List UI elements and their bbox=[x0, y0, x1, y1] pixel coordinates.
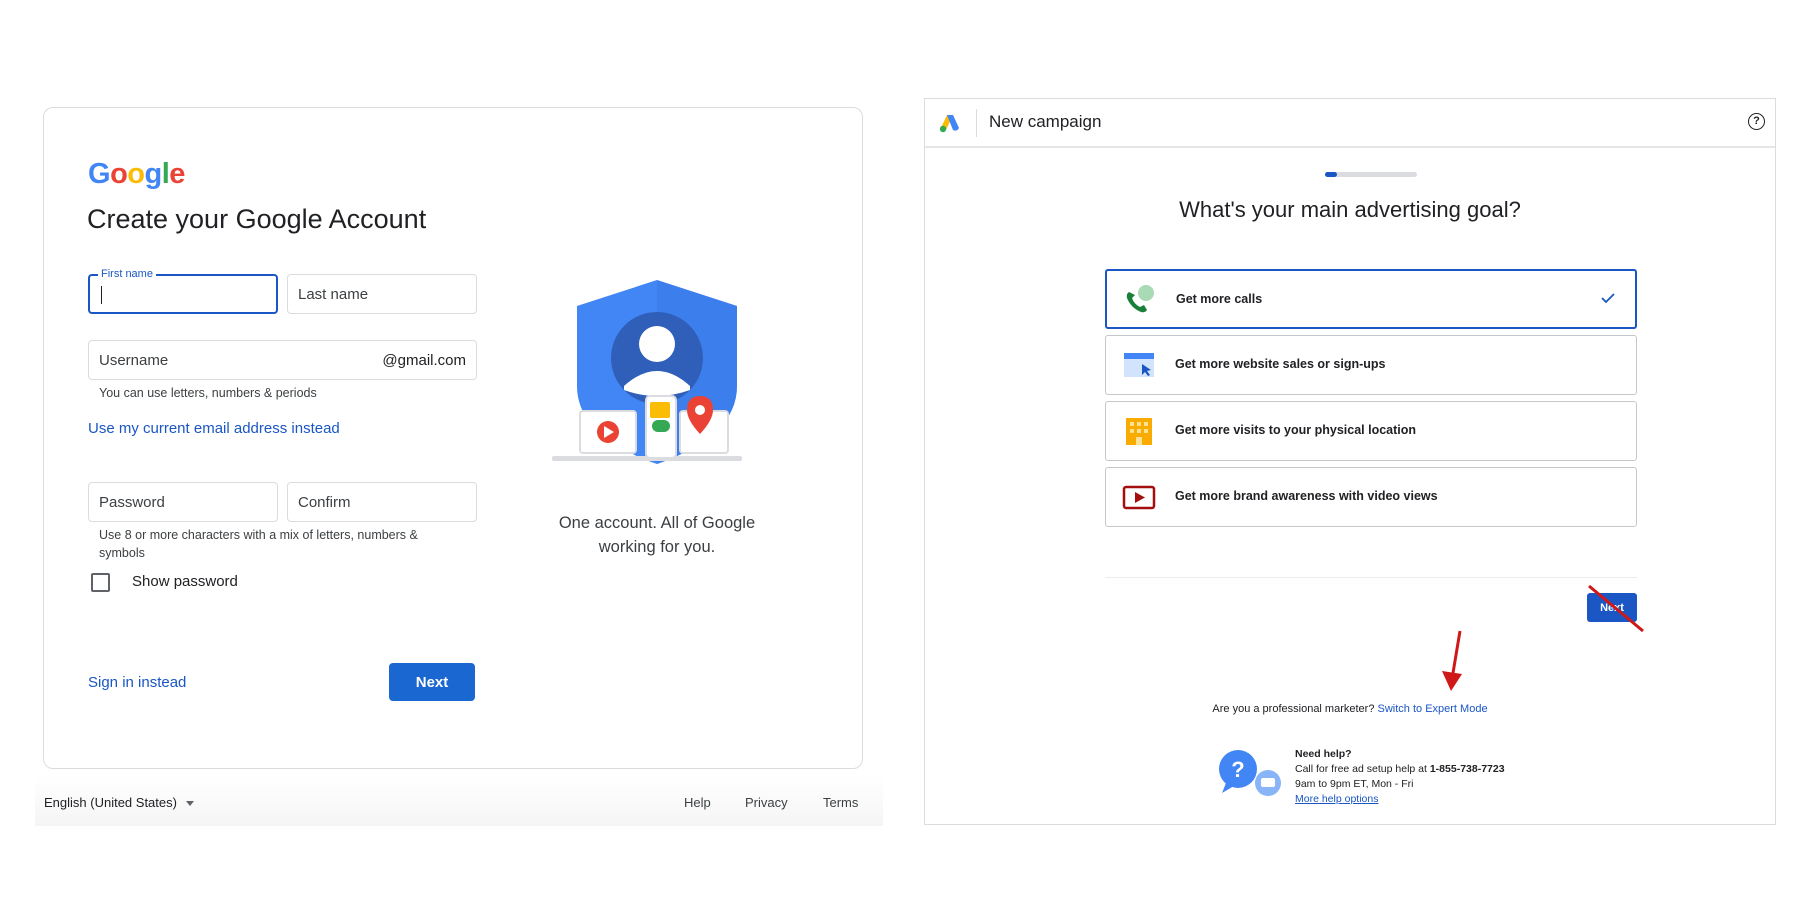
use-email-link[interactable]: Use my current email address instead bbox=[88, 420, 340, 437]
username-hint: You can use letters, numbers & periods bbox=[99, 386, 317, 400]
logo-letter: e bbox=[169, 158, 185, 190]
last-name-field[interactable] bbox=[287, 274, 477, 314]
new-campaign-panel: New campaign ? What's your main advertis… bbox=[924, 98, 1776, 825]
step-progress bbox=[1325, 172, 1417, 177]
expert-mode-prompt: Are you a professional marketer? Switch … bbox=[925, 703, 1775, 715]
show-password-label[interactable]: Show password bbox=[132, 573, 238, 590]
need-help-heading: Need help? bbox=[1295, 748, 1352, 760]
expert-mode-link[interactable]: Switch to Expert Mode bbox=[1378, 703, 1488, 715]
first-name-input[interactable] bbox=[90, 276, 276, 312]
password-hint-line: Use 8 or more characters with a mix of l… bbox=[99, 528, 418, 542]
phone-number: 1-855-738-7723 bbox=[1429, 763, 1505, 775]
goal-label: Get more visits to your physical locatio… bbox=[1175, 423, 1417, 437]
confirm-field[interactable] bbox=[287, 482, 477, 522]
help-link[interactable]: Help bbox=[684, 795, 711, 810]
illustration-caption: One account. All of Google working for y… bbox=[552, 511, 762, 559]
show-password-checkbox[interactable] bbox=[91, 573, 110, 592]
caption-line: One account. All of Google bbox=[558, 514, 756, 532]
phone-icon bbox=[1126, 285, 1154, 313]
signup-card: Google Create your Google Account First … bbox=[43, 107, 863, 769]
goal-label: Get more calls bbox=[1176, 292, 1263, 306]
next-button[interactable]: Next bbox=[389, 663, 475, 701]
text-cursor bbox=[101, 286, 102, 304]
first-name-label: First name bbox=[98, 268, 156, 280]
language-selector[interactable]: English (United States) bbox=[44, 795, 194, 810]
divider bbox=[1105, 577, 1637, 578]
sign-in-link[interactable]: Sign in instead bbox=[88, 674, 186, 691]
last-name-input[interactable] bbox=[288, 275, 476, 313]
password-input[interactable] bbox=[89, 483, 277, 521]
password-hint-line: symbols bbox=[99, 546, 145, 560]
ads-header: New campaign ? bbox=[925, 99, 1775, 148]
help-info: Need help? Call for free ad setup help a… bbox=[1295, 747, 1505, 807]
hours-text: 9am to 9pm ET, Mon - Fri bbox=[1295, 778, 1414, 790]
chevron-down-icon bbox=[185, 801, 194, 807]
goal-option-location[interactable]: Get more visits to your physical locatio… bbox=[1105, 401, 1637, 461]
help-icon[interactable]: ? bbox=[1748, 113, 1765, 130]
username-field[interactable]: @gmail.com bbox=[88, 340, 477, 380]
more-help-link[interactable]: More help options bbox=[1295, 792, 1505, 807]
logo-letter: g bbox=[144, 158, 163, 190]
google-logo: Google bbox=[88, 158, 185, 191]
first-name-field[interactable]: First name bbox=[88, 268, 278, 314]
call-line: Call for free ad setup help at 1-855-738… bbox=[1295, 762, 1505, 777]
building-icon bbox=[1126, 418, 1152, 445]
goal-option-calls[interactable]: Get more calls bbox=[1105, 269, 1637, 329]
account-shield-illustration bbox=[552, 280, 742, 464]
red-arrow-annotation bbox=[1442, 630, 1462, 691]
goal-question: What's your main advertising goal? bbox=[1179, 197, 1521, 222]
google-ads-logo-icon bbox=[939, 115, 959, 133]
privacy-link[interactable]: Privacy bbox=[745, 795, 788, 810]
gmail-suffix: @gmail.com bbox=[382, 352, 466, 369]
logo-letter: o bbox=[127, 158, 145, 190]
language-label: English (United States) bbox=[44, 795, 177, 810]
progress-fill bbox=[1325, 172, 1337, 177]
website-icon bbox=[1124, 353, 1154, 377]
password-hint: Use 8 or more characters with a mix of l… bbox=[99, 526, 479, 562]
call-text: Call for free ad setup help at bbox=[1295, 763, 1427, 775]
terms-link[interactable]: Terms bbox=[823, 795, 858, 810]
logo-letter: G bbox=[88, 158, 111, 190]
ads-next-button[interactable]: Next bbox=[1587, 593, 1637, 622]
svg-text:?: ? bbox=[1231, 757, 1244, 782]
signup-footer: English (United States) Help Privacy Ter… bbox=[35, 776, 883, 826]
confirm-input[interactable] bbox=[288, 483, 476, 521]
checkmark-icon bbox=[1601, 293, 1615, 304]
pro-question: Are you a professional marketer? bbox=[1212, 703, 1375, 715]
header-divider bbox=[976, 109, 977, 137]
page-title: Create your Google Account bbox=[87, 204, 427, 234]
goal-label: Get more brand awareness with video view… bbox=[1175, 489, 1438, 503]
campaign-title: New campaign bbox=[989, 112, 1102, 131]
caption-line: working for you. bbox=[598, 538, 716, 556]
goal-label: Get more website sales or sign-ups bbox=[1175, 357, 1386, 371]
logo-letter: o bbox=[110, 158, 128, 190]
help-chat-icon: ? bbox=[1219, 750, 1281, 796]
goal-option-video[interactable]: Get more brand awareness with video view… bbox=[1105, 467, 1637, 527]
video-icon bbox=[1122, 485, 1156, 510]
goal-option-website[interactable]: Get more website sales or sign-ups bbox=[1105, 335, 1637, 395]
password-field[interactable] bbox=[88, 482, 278, 522]
